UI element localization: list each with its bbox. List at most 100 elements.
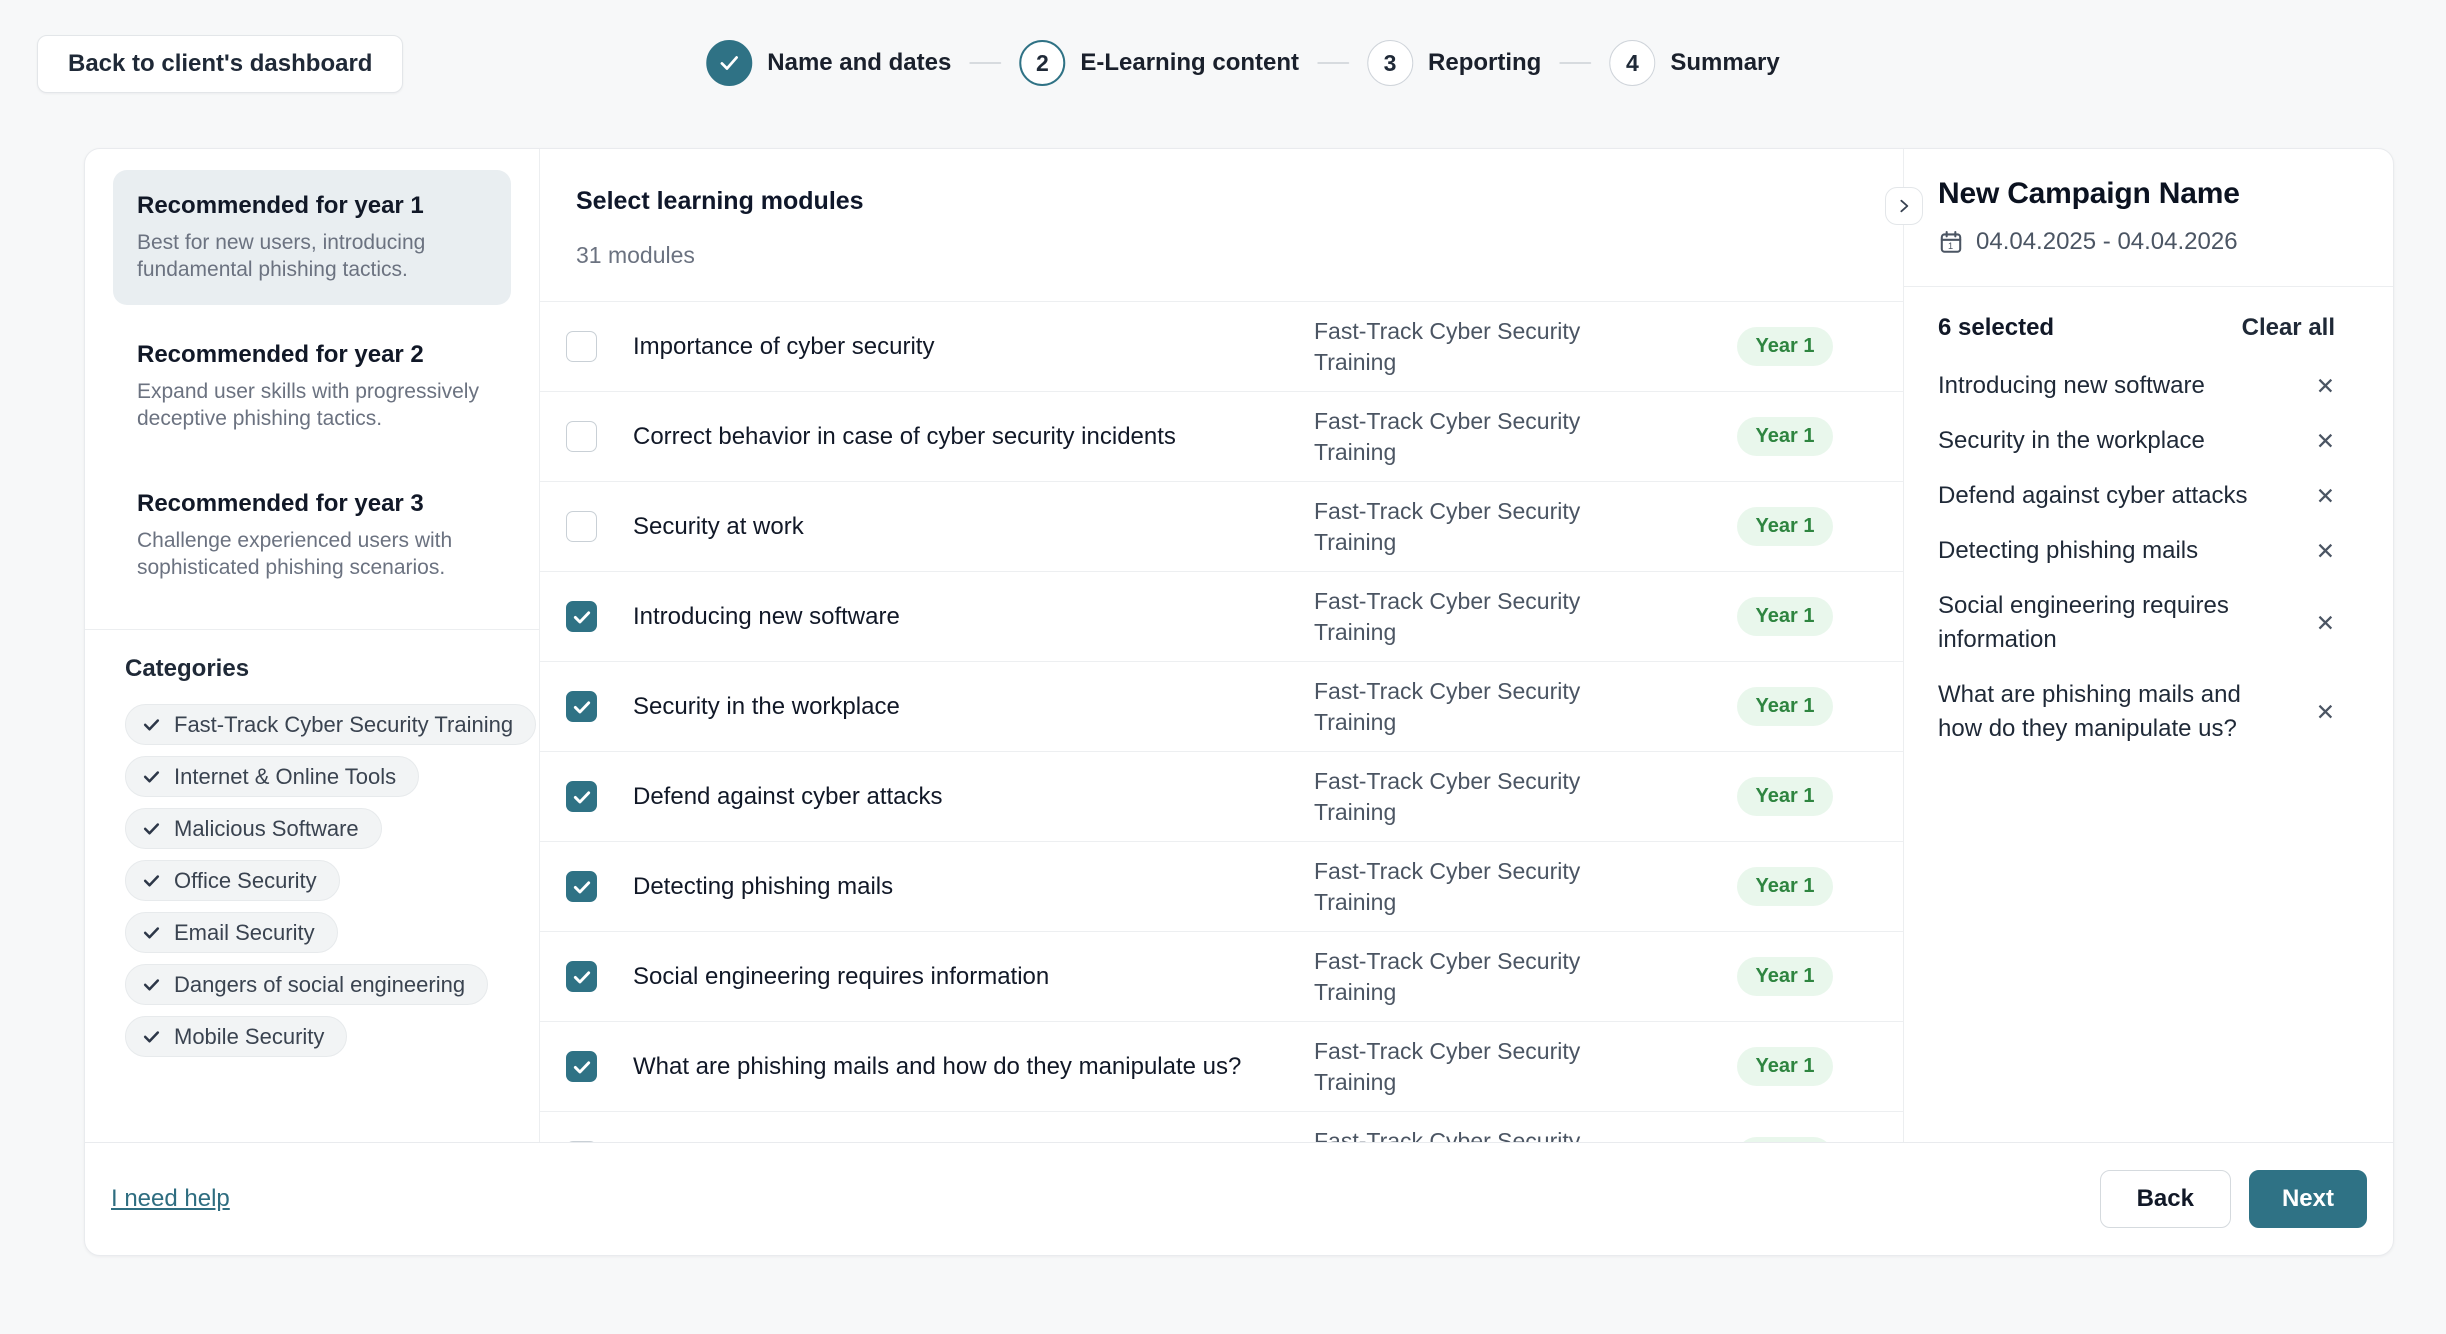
module-title: Introducing new software <box>633 603 1278 631</box>
remove-icon[interactable]: ✕ <box>2316 589 2335 657</box>
module-checkbox[interactable] <box>566 511 597 542</box>
collapse-panel-button[interactable] <box>1885 187 1923 225</box>
module-category: Fast-Track Cyber Security Training <box>1314 1126 1634 1143</box>
selected-module-label: Introducing new software <box>1938 369 2205 403</box>
category-chips: Fast-Track Cyber Security Training Inter… <box>125 704 511 1057</box>
selected-module-item: Detecting phishing mails ✕ <box>1938 534 2335 568</box>
modules-list: Importance of cyber security Fast-Track … <box>540 301 1903 1142</box>
selected-module-label: Detecting phishing mails <box>1938 534 2198 568</box>
year-badge: Year 1 <box>1737 867 1834 906</box>
module-checkbox[interactable] <box>566 421 597 452</box>
clear-all-button[interactable]: Clear all <box>2242 314 2335 342</box>
check-icon <box>142 767 161 786</box>
module-category: Fast-Track Cyber Security Training <box>1314 946 1634 1008</box>
svg-text:1: 1 <box>1948 241 1953 251</box>
check-icon <box>572 967 592 987</box>
module-checkbox[interactable] <box>566 331 597 362</box>
recommendation-year-1[interactable]: Recommended for year 1 Best for new user… <box>113 170 511 305</box>
check-icon <box>142 923 161 942</box>
step-2-label: E-Learning content <box>1080 49 1299 77</box>
chip-label: Internet & Online Tools <box>174 764 396 790</box>
module-category: Fast-Track Cyber Security Training <box>1314 856 1634 918</box>
category-chip-social-engineering[interactable]: Dangers of social engineering <box>125 964 488 1005</box>
step-elearning-content[interactable]: 2 E-Learning content <box>1019 40 1299 86</box>
campaign-date-range-row: 1 04.04.2025 - 04.04.2026 <box>1938 228 2335 256</box>
step-summary[interactable]: 4 Summary <box>1609 40 1779 86</box>
step-name-and-dates[interactable]: Name and dates <box>706 40 951 86</box>
modules-header: Select learning modules 31 modules <box>540 149 1903 301</box>
module-row-partial: Fast-Track Cyber Security Training Year … <box>540 1112 1903 1142</box>
step-1-circle <box>706 40 752 86</box>
back-button[interactable]: Back <box>2100 1170 2231 1228</box>
category-chip-mobile-security[interactable]: Mobile Security <box>125 1016 347 1057</box>
check-icon <box>142 975 161 994</box>
category-chip-email-security[interactable]: Email Security <box>125 912 338 953</box>
remove-icon[interactable]: ✕ <box>2316 479 2335 513</box>
next-button[interactable]: Next <box>2249 1170 2367 1228</box>
step-4-circle: 4 <box>1609 40 1655 86</box>
card-main: Recommended for year 1 Best for new user… <box>85 149 2393 1142</box>
category-chip-fast-track[interactable]: Fast-Track Cyber Security Training <box>125 704 536 745</box>
selected-module-label: Social engineering requires information <box>1938 589 2268 657</box>
module-checkbox[interactable] <box>566 871 597 902</box>
check-icon <box>142 819 161 838</box>
module-row: Detecting phishing mails Fast-Track Cybe… <box>540 842 1903 932</box>
modules-title: Select learning modules <box>576 187 1867 216</box>
check-icon <box>572 607 592 627</box>
top-bar: Back to client's dashboard Name and date… <box>0 0 2446 148</box>
step-4-label: Summary <box>1670 49 1779 77</box>
step-connector <box>969 62 1001 64</box>
recommendation-year-2[interactable]: Recommended for year 2 Expand user skill… <box>113 319 511 454</box>
footer-actions: Back Next <box>2100 1170 2367 1228</box>
module-category: Fast-Track Cyber Security Training <box>1314 316 1634 378</box>
remove-icon[interactable]: ✕ <box>2316 424 2335 458</box>
module-checkbox[interactable] <box>566 781 597 812</box>
category-chip-internet-online-tools[interactable]: Internet & Online Tools <box>125 756 419 797</box>
campaign-name: New Campaign Name <box>1938 177 2335 211</box>
check-icon <box>572 1057 592 1077</box>
year-badge: Year 1 <box>1737 957 1834 996</box>
module-title: Security at work <box>633 513 1278 541</box>
categories-section: Categories Fast-Track Cyber Security Tra… <box>113 630 511 1057</box>
chip-label: Email Security <box>174 920 315 946</box>
recommendation-description: Expand user skills with progressively de… <box>137 378 487 432</box>
card-footer: I need help Back Next <box>85 1142 2393 1255</box>
selected-module-item: Defend against cyber attacks ✕ <box>1938 479 2335 513</box>
step-reporting[interactable]: 3 Reporting <box>1367 40 1541 86</box>
module-title: Importance of cyber security <box>633 333 1278 361</box>
recommendation-description: Best for new users, introducing fundamen… <box>137 229 487 283</box>
module-checkbox[interactable] <box>566 1051 597 1082</box>
check-icon <box>572 787 592 807</box>
module-title: Detecting phishing mails <box>633 873 1278 901</box>
remove-icon[interactable]: ✕ <box>2316 369 2335 403</box>
module-title: Security in the workplace <box>633 693 1278 721</box>
remove-icon[interactable]: ✕ <box>2316 678 2335 746</box>
panel-divider <box>1904 286 2393 287</box>
recommendation-year-3[interactable]: Recommended for year 3 Challenge experie… <box>113 468 511 603</box>
selected-module-item: What are phishing mails and how do they … <box>1938 678 2335 746</box>
help-link[interactable]: I need help <box>111 1185 230 1213</box>
modules-count: 31 modules <box>576 242 1867 301</box>
module-checkbox[interactable] <box>566 601 597 632</box>
step-connector <box>1559 62 1591 64</box>
campaign-summary-panel: New Campaign Name 1 04.04.2025 - 04.04.2… <box>1904 149 2393 1142</box>
category-chip-office-security[interactable]: Office Security <box>125 860 340 901</box>
selected-module-item: Introducing new software ✕ <box>1938 369 2335 403</box>
module-row: What are phishing mails and how do they … <box>540 1022 1903 1112</box>
module-title: What are phishing mails and how do they … <box>633 1053 1278 1081</box>
categories-title: Categories <box>125 655 511 683</box>
wizard-card: Recommended for year 1 Best for new user… <box>84 148 2394 1256</box>
year-badge: Year 1 <box>1737 777 1834 816</box>
sidebar-filters: Recommended for year 1 Best for new user… <box>85 149 540 1142</box>
check-icon <box>142 1027 161 1046</box>
category-chip-malicious-software[interactable]: Malicious Software <box>125 808 382 849</box>
selected-module-label: Defend against cyber attacks <box>1938 479 2248 513</box>
selected-module-item: Security in the workplace ✕ <box>1938 424 2335 458</box>
module-checkbox[interactable] <box>566 691 597 722</box>
remove-icon[interactable]: ✕ <box>2316 534 2335 568</box>
back-to-dashboard-button[interactable]: Back to client's dashboard <box>37 35 403 93</box>
module-checkbox[interactable] <box>566 961 597 992</box>
check-icon <box>572 697 592 717</box>
selected-header: 6 selected Clear all <box>1938 314 2335 342</box>
step-2-circle: 2 <box>1019 40 1065 86</box>
